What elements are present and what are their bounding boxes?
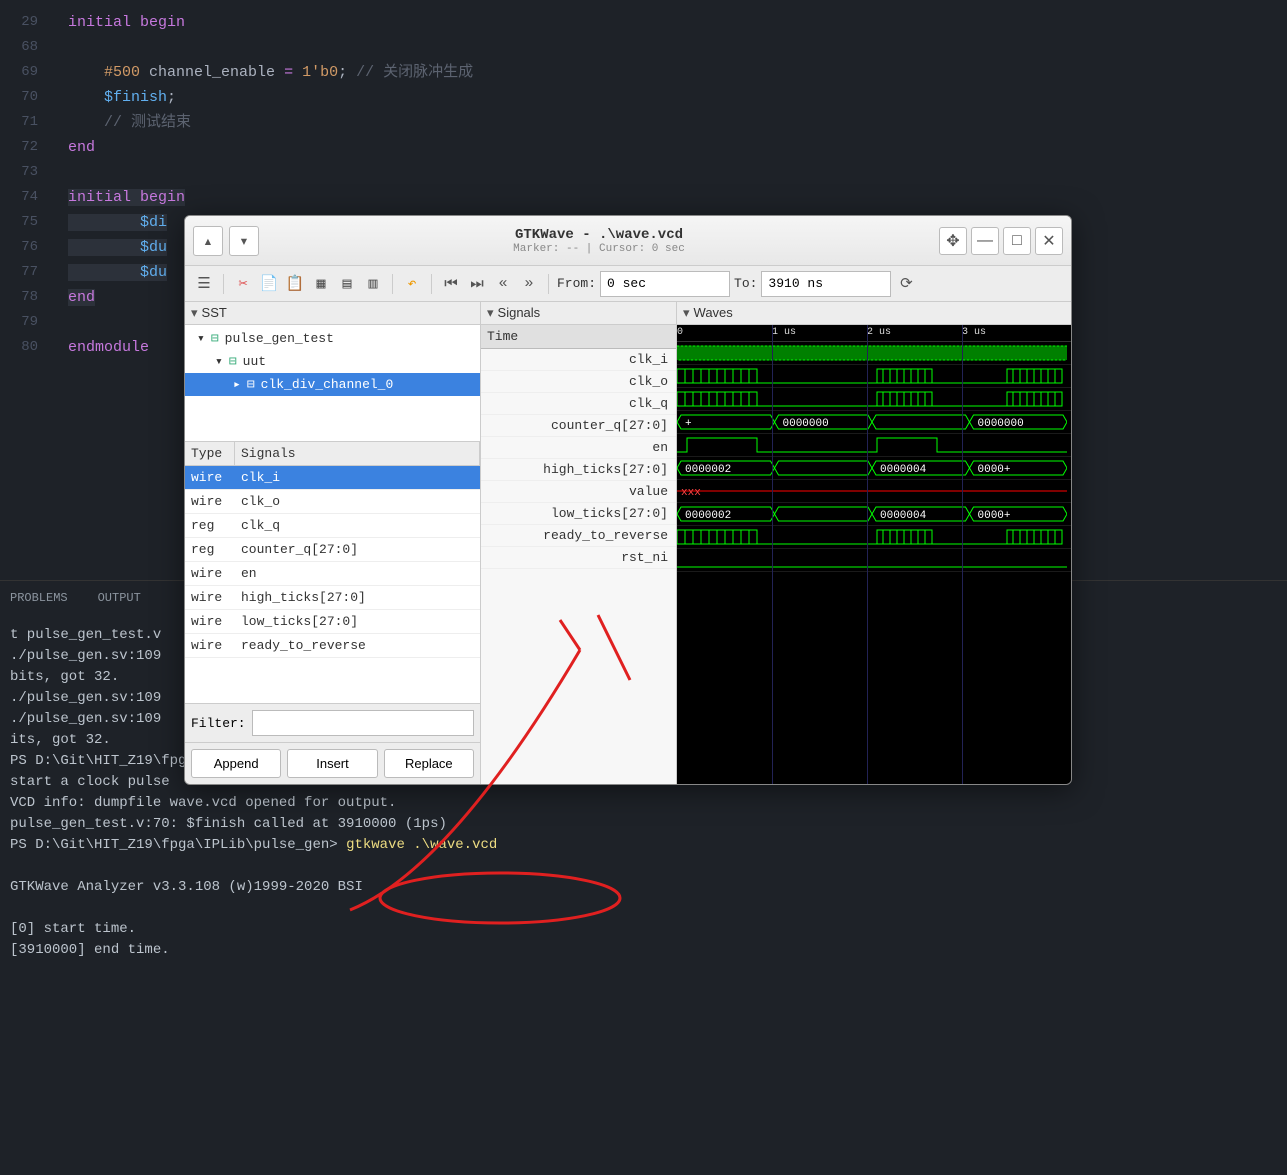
svg-text:0000+: 0000+ [978, 464, 1011, 476]
signal-row[interactable]: wireready_to_reverse [185, 634, 480, 658]
wave-row[interactable] [677, 434, 1071, 457]
svg-text:0000004: 0000004 [880, 464, 927, 476]
from-label: From: [557, 276, 596, 291]
wave-row[interactable]: 0000002 0000004 0000+ [677, 457, 1071, 480]
panel-tab[interactable]: OUTPUT [98, 591, 141, 605]
signal-name[interactable]: counter_q[27:0] [481, 415, 676, 437]
tool-icon[interactable]: ▥ [362, 273, 384, 295]
type-header[interactable]: Type [185, 442, 235, 465]
to-label: To: [734, 276, 757, 291]
line-gutter: 2968697071727374757677787980 [0, 0, 48, 360]
signal-name[interactable]: clk_o [481, 371, 676, 393]
tree-item[interactable]: ▸⊟clk_div_channel_0 [185, 373, 480, 396]
close-button[interactable]: ✕ [1035, 227, 1063, 255]
signal-name[interactable]: low_ticks[27:0] [481, 503, 676, 525]
minimize-button[interactable]: — [971, 227, 999, 255]
cut-icon[interactable]: ✂ [232, 273, 254, 295]
svg-text:0000000: 0000000 [978, 418, 1024, 430]
nav-up-button[interactable]: ▴ [193, 226, 223, 256]
insert-button[interactable]: Insert [287, 749, 377, 778]
signal-name[interactable]: Time [481, 325, 676, 349]
menu-icon[interactable]: ☰ [193, 273, 215, 295]
signal-row[interactable]: wireen [185, 562, 480, 586]
undo-icon[interactable]: ↶ [401, 273, 423, 295]
move-icon[interactable]: ✥ [939, 227, 967, 255]
toolbar: ☰ ✂ 📄 📋 ▦ ▤ ▥ ↶ ⏮ ⏭ « » From: To: ⟳ [185, 266, 1071, 302]
sst-header[interactable]: SST [185, 302, 480, 325]
tree-item[interactable]: ▾⊟pulse_gen_test [185, 327, 480, 350]
wave-row[interactable] [677, 526, 1071, 549]
wave-row[interactable] [677, 549, 1071, 572]
svg-text:0000000: 0000000 [783, 418, 829, 430]
svg-text:0000+: 0000+ [978, 510, 1011, 522]
signals-header[interactable]: Signals [235, 442, 480, 465]
svg-text:0000004: 0000004 [880, 510, 927, 522]
signal-name[interactable]: rst_ni [481, 547, 676, 569]
hierarchy-tree[interactable]: ▾⊟pulse_gen_test▾⊟uut▸⊟clk_div_channel_0 [185, 325, 480, 398]
signal-row[interactable]: regclk_q [185, 514, 480, 538]
signal-row[interactable]: wireclk_o [185, 490, 480, 514]
last-icon[interactable]: ⏭ [466, 273, 488, 295]
to-input[interactable] [761, 271, 891, 297]
signal-name[interactable]: value [481, 481, 676, 503]
wave-row[interactable]: xxx [677, 480, 1071, 503]
copy-icon[interactable]: 📄 [258, 273, 280, 295]
svg-text:+: + [685, 418, 692, 430]
signal-name[interactable]: ready_to_reverse [481, 525, 676, 547]
signal-name[interactable]: clk_q [481, 393, 676, 415]
append-button[interactable]: Append [191, 749, 281, 778]
signal-row[interactable]: wireclk_i [185, 466, 480, 490]
filter-label: Filter: [191, 716, 246, 731]
waves-panel-header: Waves [677, 302, 1071, 325]
svg-text:xxx: xxx [681, 487, 701, 499]
replace-button[interactable]: Replace [384, 749, 474, 778]
window-subtitle: Marker: -- | Cursor: 0 sec [259, 243, 939, 255]
signal-row[interactable]: wirelow_ticks[27:0] [185, 610, 480, 634]
window-title: GTKWave - .\wave.vcd [259, 227, 939, 243]
signal-row[interactable]: wirehigh_ticks[27:0] [185, 586, 480, 610]
signal-name[interactable]: high_ticks[27:0] [481, 459, 676, 481]
svg-text:0000002: 0000002 [685, 464, 731, 476]
wave-row[interactable] [677, 365, 1071, 388]
tool-icon[interactable]: ▤ [336, 273, 358, 295]
titlebar[interactable]: ▴ ▾ GTKWave - .\wave.vcd Marker: -- | Cu… [185, 216, 1071, 266]
panel-tab[interactable]: PROBLEMS [10, 591, 68, 605]
maximize-button[interactable]: □ [1003, 227, 1031, 255]
filter-input[interactable] [252, 710, 474, 736]
first-icon[interactable]: ⏮ [440, 273, 462, 295]
signals-panel-header: Signals [481, 302, 676, 325]
paste-icon[interactable]: 📋 [284, 273, 306, 295]
wave-row[interactable]: +0000000 0000000 [677, 411, 1071, 434]
signals-list[interactable]: Timeclk_iclk_oclk_qcounter_q[27:0]enhigh… [481, 325, 676, 784]
tree-item[interactable]: ▾⊟uut [185, 350, 480, 373]
wave-row[interactable] [677, 388, 1071, 411]
reload-icon[interactable]: ⟳ [895, 273, 917, 295]
wave-row[interactable]: 0000002 0000004 0000+ [677, 503, 1071, 526]
signals-table[interactable]: Type Signals wireclk_iwireclk_oregclk_qr… [185, 442, 480, 703]
wave-row[interactable] [677, 342, 1071, 365]
signal-name[interactable]: clk_i [481, 349, 676, 371]
prev-icon[interactable]: « [492, 273, 514, 295]
gtkwave-window: ▴ ▾ GTKWave - .\wave.vcd Marker: -- | Cu… [184, 215, 1072, 785]
from-input[interactable] [600, 271, 730, 297]
next-icon[interactable]: » [518, 273, 540, 295]
signal-row[interactable]: regcounter_q[27:0] [185, 538, 480, 562]
nav-down-button[interactable]: ▾ [229, 226, 259, 256]
waveform-canvas[interactable]: 01 us2 us3 us+00000000000000000000200000… [677, 325, 1071, 784]
tool-icon[interactable]: ▦ [310, 273, 332, 295]
signal-name[interactable]: en [481, 437, 676, 459]
svg-text:0000002: 0000002 [685, 510, 731, 522]
